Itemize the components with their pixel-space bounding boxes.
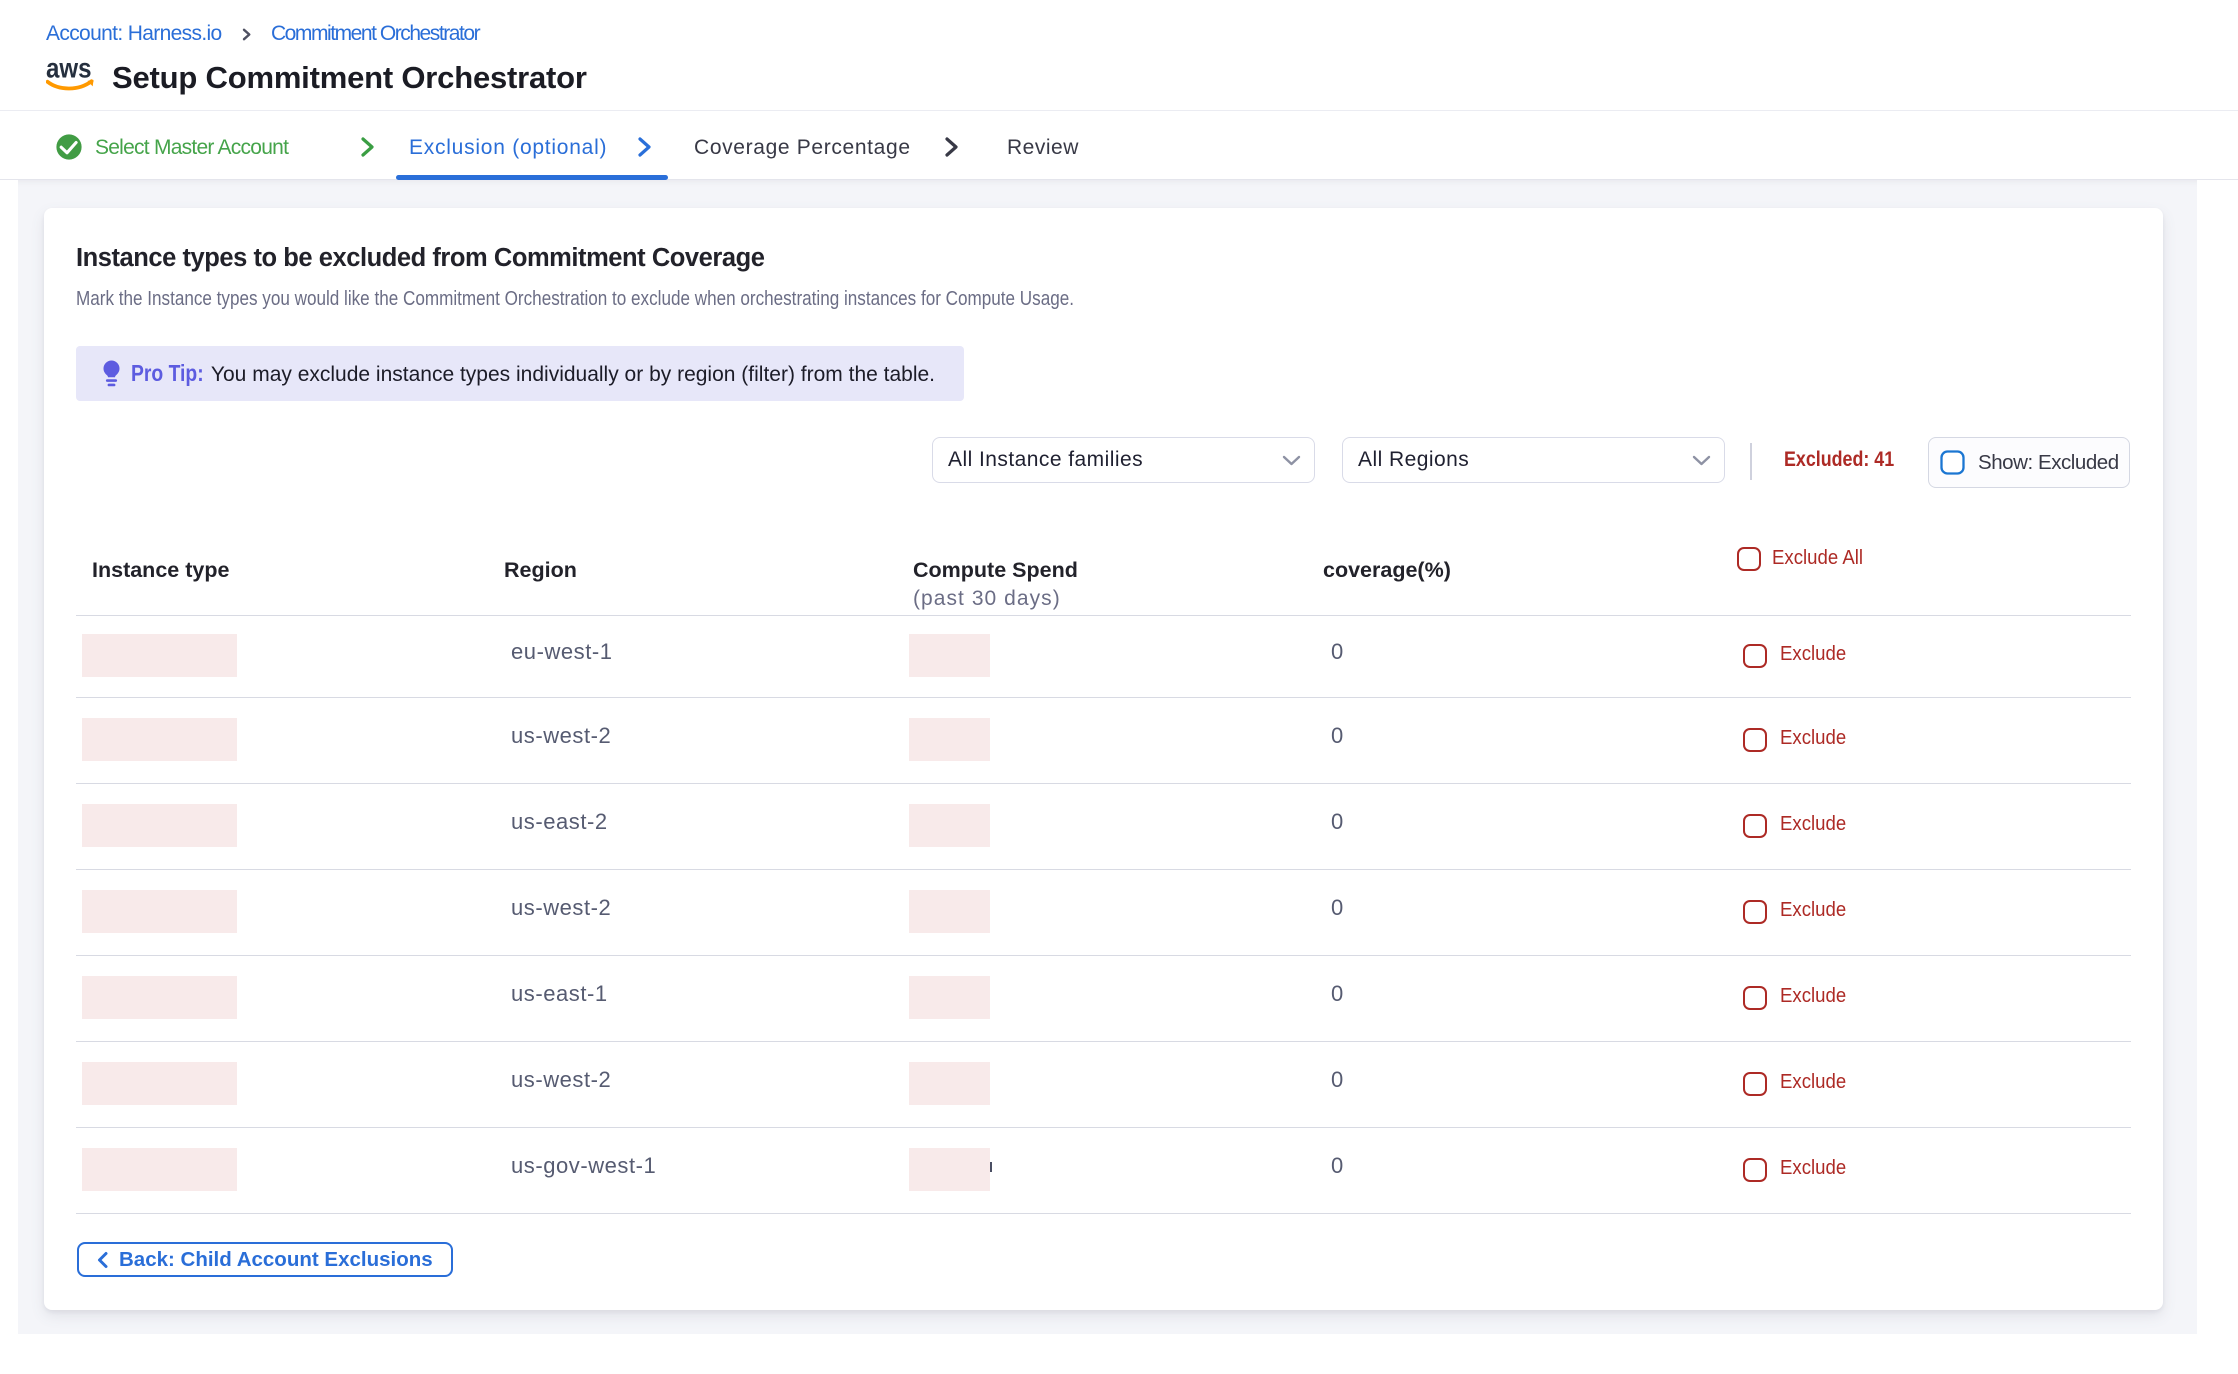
svg-text:aws: aws — [46, 59, 92, 84]
